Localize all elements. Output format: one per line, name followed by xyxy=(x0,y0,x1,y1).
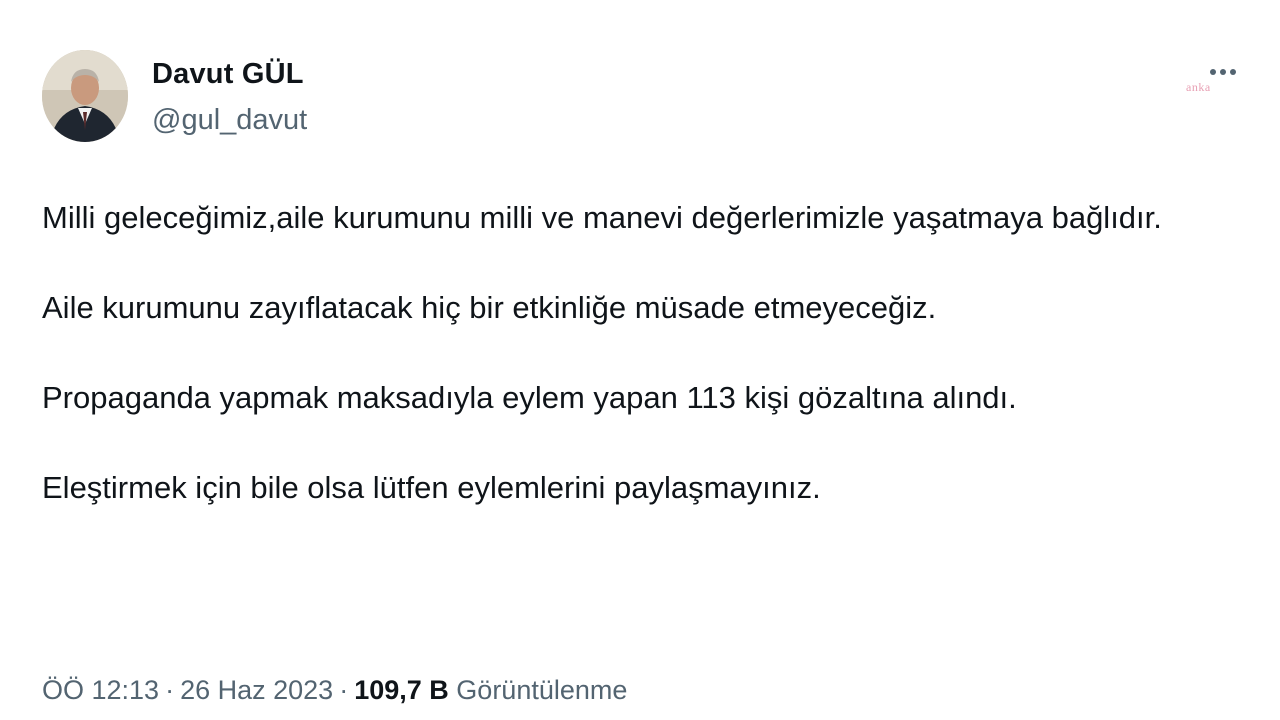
meta-separator: · xyxy=(339,675,349,705)
author-handle[interactable]: @gul_davut xyxy=(152,104,307,137)
tweet-paragraph: Aile kurumunu zayıflatacak hiç bir etkin… xyxy=(42,290,937,325)
tweet-paragraph: Propaganda yapmak maksadıyla eylem yapan… xyxy=(42,380,1017,415)
tweet-card: Davut GÜL @gul_davut anka Milli geleceği… xyxy=(0,0,1280,720)
author-name[interactable]: Davut GÜL xyxy=(152,58,304,91)
meta-separator: · xyxy=(165,675,175,705)
tweet-paragraph: Eleştirmek için bile olsa lütfen eylemle… xyxy=(42,470,821,505)
tweet-time[interactable]: ÖÖ 12:13 xyxy=(42,675,159,705)
views-label: Görüntülenme xyxy=(456,675,628,705)
avatar-photo xyxy=(42,50,128,142)
author-avatar[interactable] xyxy=(42,50,128,142)
tweet-meta: ÖÖ 12:13 · 26 Haz 2023 · 109,7 B Görüntülenm… xyxy=(42,675,627,706)
views-count: 109,7 B xyxy=(354,675,449,705)
tweet-date[interactable]: 26 Haz 2023 xyxy=(180,675,333,705)
tweet-text: Milli geleceğimiz,aile kurumunu milli ve… xyxy=(42,194,1252,511)
tweet-paragraph: Milli geleceğimiz,aile kurumunu milli ve… xyxy=(42,200,1162,235)
watermark: anka xyxy=(1186,80,1211,94)
